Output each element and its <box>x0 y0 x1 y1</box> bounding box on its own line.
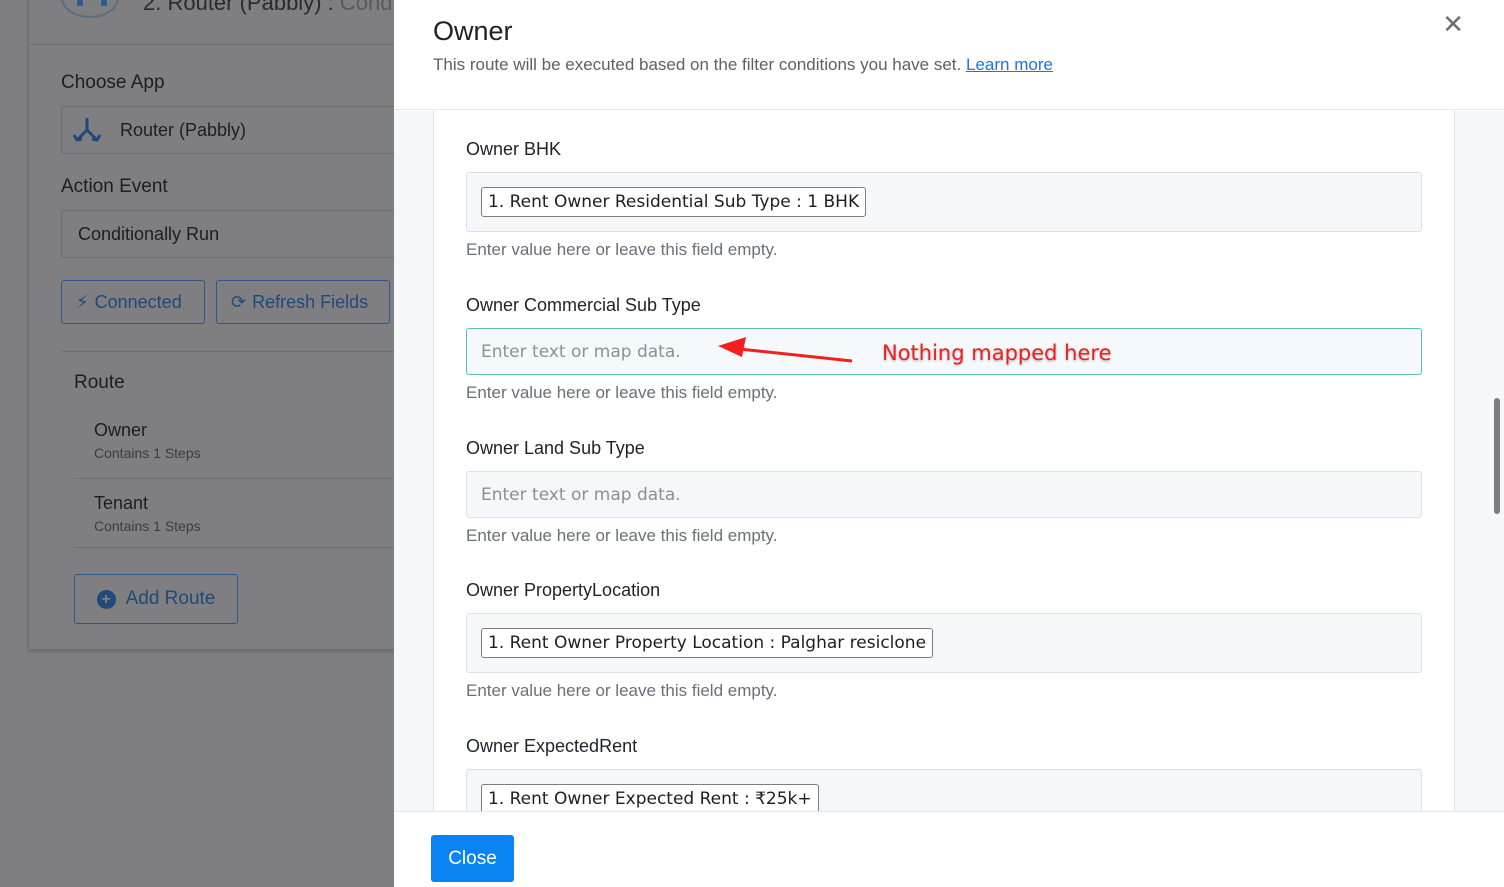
field-label: Owner Land Sub Type <box>466 438 645 458</box>
action-event-select[interactable]: Conditionally Run <box>61 210 421 258</box>
close-button[interactable]: Close <box>431 835 514 882</box>
plus-circle-icon: + <box>96 589 116 609</box>
field-owner-expected-rent: Owner ExpectedRent 1. Rent Owner Expecte… <box>466 736 1422 811</box>
close-icon[interactable]: ✕ <box>1442 9 1464 40</box>
refresh-fields-button[interactable]: ⟳ Refresh Fields <box>216 280 390 324</box>
modal-title: Owner <box>433 16 513 46</box>
choose-app-label: Choose App <box>61 72 165 93</box>
modal-body: Owner BHK 1. Rent Owner Residential Sub … <box>394 111 1504 811</box>
scrollbar-thumb[interactable] <box>1494 398 1500 514</box>
app-value: Router (Pabbly) <box>120 119 247 140</box>
input-placeholder: Enter text or map data. <box>481 484 681 505</box>
add-route-button[interactable]: + Add Route <box>74 574 238 624</box>
subtitle-text: This route will be executed based on the… <box>433 55 962 74</box>
mapped-data-tag[interactable]: 1. Rent Owner Expected Rent : ₹25k+ <box>481 784 819 811</box>
owner-bhk-input[interactable]: 1. Rent Owner Residential Sub Type : 1 B… <box>466 172 1422 232</box>
help-text: Enter value here or leave this field emp… <box>466 383 778 402</box>
input-placeholder: Enter text or map data. <box>481 341 681 362</box>
route-name: Tenant <box>94 493 149 513</box>
plug-icon: ⚡ <box>76 291 89 312</box>
field-label: Owner BHK <box>466 139 562 159</box>
field-label: Owner Commercial Sub Type <box>466 295 701 315</box>
action-event-label: Action Event <box>61 176 168 197</box>
connected-button[interactable]: ⚡ Connected <box>61 280 205 324</box>
field-owner-land-sub-type: Owner Land Sub Type Enter text or map da… <box>466 438 1422 546</box>
annotation-text: Nothing mapped here <box>882 341 1112 365</box>
connected-label: Connected <box>94 291 182 312</box>
divider <box>29 44 407 45</box>
divider <box>61 351 407 352</box>
route-name: Owner <box>94 420 148 440</box>
owner-property-location-input[interactable]: 1. Rent Owner Property Location : Palgha… <box>466 613 1422 673</box>
divider <box>74 547 407 548</box>
mapped-data-tag[interactable]: 1. Rent Owner Property Location : Palgha… <box>481 628 934 658</box>
help-text: Enter value here or leave this field emp… <box>466 240 778 259</box>
route-title: Route <box>74 372 125 393</box>
fields-card: Owner BHK 1. Rent Owner Residential Sub … <box>433 111 1455 811</box>
refresh-icon: ⟳ <box>231 291 247 312</box>
route-steps: Contains 1 Steps <box>94 445 201 461</box>
field-label: Owner PropertyLocation <box>466 580 661 600</box>
refresh-label: Refresh Fields <box>252 291 369 312</box>
help-text: Enter value here or leave this field emp… <box>466 681 778 700</box>
field-owner-bhk: Owner BHK 1. Rent Owner Residential Sub … <box>466 139 1422 260</box>
owner-expected-rent-input[interactable]: 1. Rent Owner Expected Rent : ₹25k+ <box>466 769 1422 811</box>
help-text: Enter value here or leave this field emp… <box>466 526 778 545</box>
route-steps: Contains 1 Steps <box>94 518 201 534</box>
mapped-data-tag[interactable]: 1. Rent Owner Residential Sub Type : 1 B… <box>481 187 867 217</box>
router-icon <box>72 118 102 142</box>
modal-footer: Close <box>394 811 1504 887</box>
action-event-value: Conditionally Run <box>78 223 220 244</box>
modal-header: Owner This route will be executed based … <box>394 0 1504 110</box>
modal-subtitle: This route will be executed based on the… <box>433 55 1053 75</box>
annotation-arrow <box>718 337 853 363</box>
route-item-owner[interactable]: Owner Contains 1 Steps <box>74 406 414 478</box>
step-title: 2. Router (Pabbly) : Cond <box>143 0 393 15</box>
field-label: Owner ExpectedRent <box>466 736 638 756</box>
owner-land-sub-type-input[interactable]: Enter text or map data. <box>466 471 1422 518</box>
choose-app-select[interactable]: Router (Pabbly) <box>61 106 421 154</box>
modal-scrollbar[interactable] <box>1490 111 1504 811</box>
field-owner-property-location: Owner PropertyLocation 1. Rent Owner Pro… <box>466 580 1422 701</box>
route-modal: Owner This route will be executed based … <box>394 0 1504 887</box>
learn-more-link[interactable]: Learn more <box>966 55 1053 74</box>
router-app-icon <box>61 0 119 18</box>
background-step-panel: 2. Router (Pabbly) : Cond Choose App Rou… <box>28 0 421 650</box>
route-item-tenant[interactable]: Tenant Contains 1 Steps <box>74 478 414 550</box>
add-route-label: Add Route <box>125 588 216 609</box>
